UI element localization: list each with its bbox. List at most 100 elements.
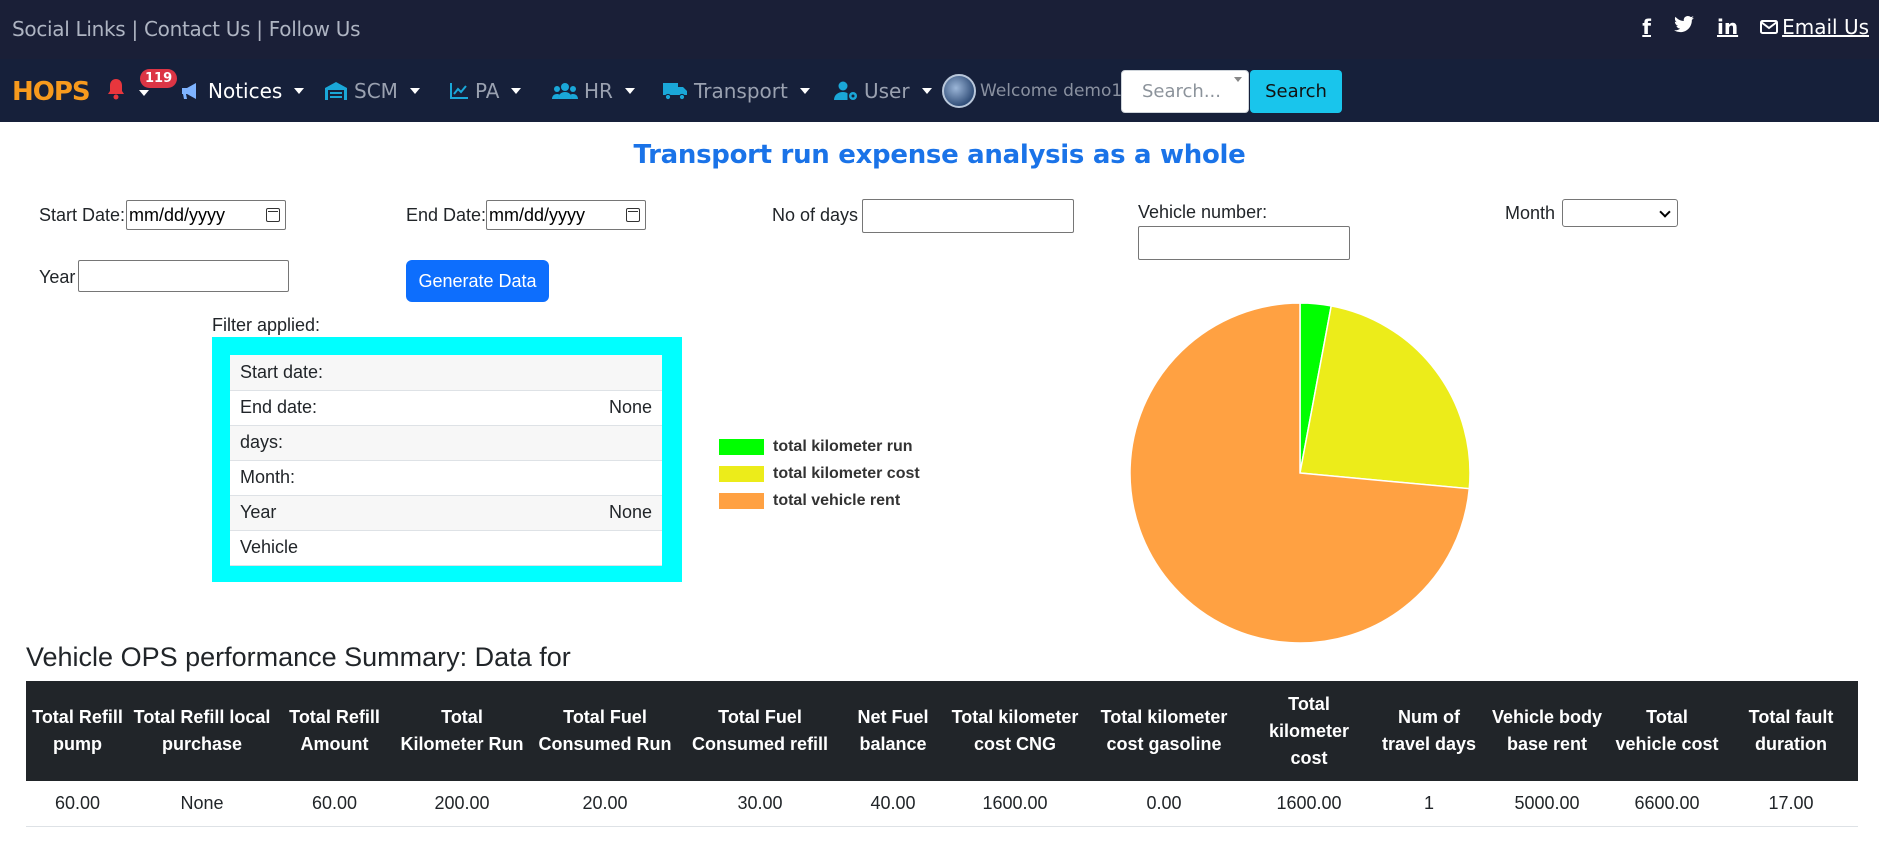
users-icon — [552, 83, 578, 99]
column-header: Net Fuel balance — [840, 681, 946, 781]
column-header: Total Fuel Consumed refill — [680, 681, 840, 781]
truck-icon — [663, 83, 687, 101]
filter-value — [498, 530, 662, 566]
welcome-user[interactable]: Welcome demo1 — [942, 74, 1122, 108]
user-gear-icon — [834, 81, 857, 100]
column-header: Total kilometer cost CNG — [946, 681, 1084, 781]
expense-pie-chart — [1129, 302, 1471, 644]
start-date-value: mm/dd/yyyy — [129, 205, 226, 225]
filter-summary-box: Start date: End date: None days: Month: Y… — [212, 337, 682, 582]
column-header: Total fault duration — [1724, 681, 1858, 781]
column-header: Total Kilometer Run — [394, 681, 530, 781]
filter-label: Year — [230, 495, 499, 531]
month-select[interactable] — [1562, 199, 1678, 227]
legend-label: total vehicle rent — [773, 491, 901, 509]
filter-value — [498, 425, 662, 461]
brand-logo[interactable]: HOPS — [12, 77, 91, 107]
no-of-days-input[interactable] — [862, 199, 1074, 233]
line-chart-icon — [450, 83, 468, 99]
search-button[interactable]: Search — [1250, 70, 1342, 113]
chevron-down-icon — [511, 88, 522, 94]
column-header: Num of travel days — [1374, 681, 1484, 781]
legend-item[interactable]: total kilometer run — [719, 433, 920, 460]
end-date-input[interactable]: mm/dd/yyyy — [486, 200, 646, 230]
nav-hr[interactable]: HR — [552, 79, 635, 103]
filter-row: days: — [230, 425, 662, 461]
legend-item[interactable]: total vehicle rent — [719, 487, 920, 514]
table-cell: 30.00 — [680, 781, 840, 827]
filter-label: days: — [230, 425, 499, 461]
start-date-input[interactable]: mm/dd/yyyy — [126, 200, 286, 230]
year-input[interactable] — [78, 260, 289, 292]
month-label: Month — [1505, 203, 1556, 223]
legend-swatch — [719, 465, 764, 482]
nav-user-label: User — [864, 79, 910, 103]
table-cell: 200.00 — [394, 781, 530, 827]
year-label: Year — [39, 267, 76, 287]
social-links-text[interactable]: Social Links | Contact Us | Follow Us — [12, 17, 361, 41]
envelope-icon — [1760, 20, 1779, 34]
summary-title: Vehicle OPS performance Summary: Data fo… — [26, 642, 571, 672]
legend-label: total kilometer run — [773, 437, 913, 455]
welcome-text: Welcome demo1 — [980, 81, 1123, 101]
notification-count-badge: 119 — [140, 69, 178, 88]
filter-value — [498, 355, 662, 391]
search-placeholder: Search... — [1142, 81, 1222, 102]
summary-table: Total Refill pump Total Refill local purc… — [26, 681, 1858, 827]
nav-transport-label: Transport — [694, 79, 788, 103]
column-header: Total Refill local purchase — [129, 681, 275, 781]
chevron-down-icon — [1659, 206, 1671, 218]
filter-row: End date: None — [230, 390, 662, 426]
table-cell: 1600.00 — [946, 781, 1084, 827]
nav-transport[interactable]: Transport — [662, 79, 810, 103]
column-header: Total kilometer cost — [1244, 681, 1374, 781]
table-cell: 40.00 — [840, 781, 946, 827]
legend-swatch — [719, 492, 764, 509]
avatar — [942, 74, 976, 108]
legend-label: total kilometer cost — [773, 464, 920, 482]
email-us-label: Email Us — [1782, 15, 1869, 39]
nav-pa[interactable]: PA — [449, 79, 522, 103]
chevron-down-icon — [799, 88, 810, 94]
pie-slice[interactable] — [1299, 305, 1471, 490]
search-input[interactable]: Search... — [1121, 70, 1249, 113]
twitter-icon[interactable] — [1673, 15, 1695, 39]
linkedin-icon[interactable]: in — [1717, 15, 1738, 39]
generate-data-button[interactable]: Generate Data — [406, 260, 549, 302]
legend-item[interactable]: total kilometer cost — [719, 460, 920, 487]
table-row: 60.00 None 60.00 200.00 20.00 30.00 40.00 1600.… — [26, 781, 1858, 827]
chart-legend: total kilometer run total kilometer cost… — [719, 433, 920, 514]
facebook-icon[interactable]: f — [1642, 15, 1651, 39]
table-cell: 5000.00 — [1484, 781, 1610, 827]
filter-label: Month: — [230, 460, 499, 496]
nav-hr-label: HR — [584, 79, 613, 103]
email-us-link[interactable]: Email Us — [1760, 15, 1869, 39]
legend-swatch — [719, 438, 764, 455]
main-navbar: HOPS 119 Notices SCM PA HR Transport Use… — [0, 59, 1879, 122]
nav-scm[interactable]: SCM — [324, 79, 420, 103]
filter-row: Vehicle — [230, 530, 662, 566]
nav-user[interactable]: User — [834, 79, 932, 103]
table-cell: 0.00 — [1084, 781, 1244, 827]
table-cell: 17.00 — [1724, 781, 1858, 827]
notifications-dropdown[interactable] — [104, 77, 128, 106]
nav-scm-label: SCM — [354, 79, 398, 103]
column-header: Total Fuel Consumed Run — [530, 681, 680, 781]
table-cell: 1 — [1374, 781, 1484, 827]
calendar-icon[interactable] — [266, 208, 280, 222]
end-date-value: mm/dd/yyyy — [489, 205, 586, 225]
table-cell: 6600.00 — [1610, 781, 1724, 827]
calendar-icon[interactable] — [626, 208, 640, 222]
nav-notices[interactable]: Notices — [180, 79, 305, 103]
nav-notices-label: Notices — [208, 79, 283, 103]
column-header: Total Refill Amount — [275, 681, 394, 781]
top-social-bar: Social Links | Contact Us | Follow Us f … — [0, 0, 1879, 59]
filter-value — [498, 460, 662, 496]
filter-row: Start date: — [230, 355, 662, 391]
column-header: Vehicle body base rent — [1484, 681, 1610, 781]
chevron-down-icon — [624, 88, 635, 94]
filter-row: Year None — [230, 495, 662, 531]
social-icons: f in Email Us — [1642, 15, 1869, 39]
vehicle-number-input[interactable] — [1138, 226, 1350, 260]
filter-table: Start date: End date: None days: Month: Y… — [230, 355, 662, 566]
